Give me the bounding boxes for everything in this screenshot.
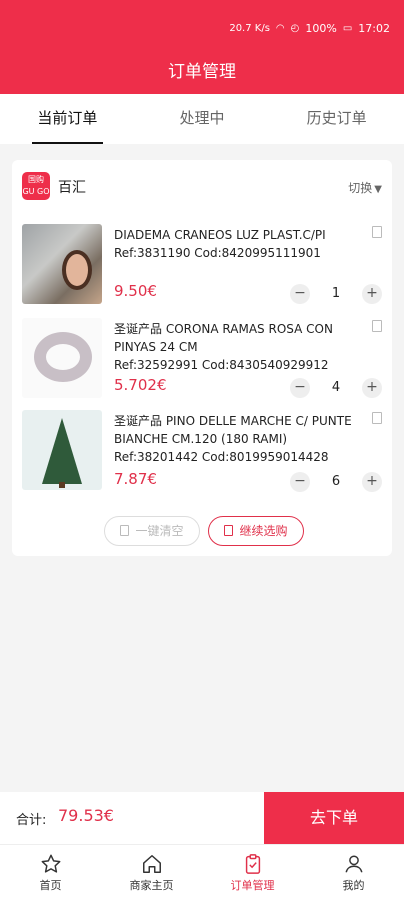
product-name: 圣诞产品 PINO DELLE MARCHE C/ PUNTE BIANCHE … (114, 414, 352, 446)
star-icon (41, 854, 60, 873)
checkout-button[interactable]: 去下单 (264, 792, 404, 844)
nav-label: 我的 (342, 879, 365, 892)
product-info: 圣诞产品 CORONA RAMAS ROSA CON PINYAS 24 CM … (114, 320, 359, 374)
quantity-stepper: − 1 + (290, 284, 382, 304)
product-image[interactable] (22, 318, 102, 398)
quantity-stepper: − 6 + (290, 472, 382, 492)
product-image[interactable] (22, 410, 102, 490)
store-logo-subtext: GU GO (22, 187, 50, 196)
product-price: 9.50€ (114, 282, 157, 300)
product-ref: Ref:38201442 Cod:8019959014428 (114, 450, 329, 464)
status-bar: 20.7 K/s ◠ ◴ 100% ▭ 17:02 (0, 0, 404, 56)
store-name: 百汇 (58, 180, 86, 196)
product-price: 5.702€ (114, 376, 167, 394)
trash-icon[interactable] (372, 320, 382, 332)
clock: 17:02 (358, 22, 390, 35)
alarm-icon: ◴ (290, 23, 300, 34)
product-name: DIADEMA CRANEOS LUZ PLAST.C/PI (114, 228, 326, 242)
quantity-value: 6 (331, 474, 341, 489)
product-price: 7.87€ (114, 470, 157, 488)
product-name: 圣诞产品 CORONA RAMAS ROSA CON PINYAS 24 CM (114, 322, 333, 354)
increase-button[interactable]: + (362, 284, 382, 304)
product-info: 圣诞产品 PINO DELLE MARCHE C/ PUNTE BIANCHE … (114, 412, 359, 466)
shopping-bag-icon (224, 525, 234, 536)
product-ref: Ref:3831190 Cod:8420995111901 (114, 246, 321, 260)
trash-icon[interactable] (372, 226, 382, 238)
decrease-button[interactable]: − (290, 284, 310, 304)
nav-label: 订单管理 (230, 879, 275, 892)
quantity-stepper: − 4 + (290, 378, 382, 398)
cart-item: DIADEMA CRANEOS LUZ PLAST.C/PI Ref:38311… (22, 224, 382, 310)
product-info: DIADEMA CRANEOS LUZ PLAST.C/PI Ref:38311… (114, 226, 359, 262)
decrease-button[interactable]: − (290, 472, 310, 492)
product-ref: Ref:32592991 Cod:8430540929912 (114, 358, 329, 372)
checkout-bar: 合计: 79.53€ 去下单 (0, 792, 404, 844)
cart-item: 圣诞产品 PINO DELLE MARCHE C/ PUNTE BIANCHE … (22, 410, 382, 496)
product-image-detail (42, 418, 82, 484)
quantity-value: 4 (331, 380, 341, 395)
cart-item: 圣诞产品 CORONA RAMAS ROSA CON PINYAS 24 CM … (22, 318, 382, 404)
user-icon (344, 855, 363, 873)
battery-percent: 100% (305, 22, 337, 35)
product-image-detail (34, 332, 92, 382)
store-row: 国购 GU GO 百汇 切换 ▼ (22, 172, 382, 202)
store-logo-text: 国购 (28, 175, 44, 184)
increase-button[interactable]: + (362, 472, 382, 492)
status-indicators: 20.7 K/s ◠ ◴ 100% ▭ 17:02 (229, 22, 390, 35)
product-image-detail (62, 250, 92, 290)
trash-icon[interactable] (372, 412, 382, 424)
order-tabs: 当前订单 处理中 历史订单 (0, 94, 404, 144)
speed-indicator: 20.7 K/s (229, 23, 270, 34)
quantity-value: 1 (331, 286, 341, 301)
clear-cart-label: 一键清空 (135, 524, 184, 538)
clipboard-check-icon (245, 854, 260, 874)
bottom-nav: 首页 商家主页 订单管理 我的 (0, 844, 404, 900)
switch-store-button[interactable]: 切换 ▼ (348, 179, 382, 196)
continue-shopping-button[interactable]: 继续选购 (208, 516, 304, 546)
caret-down-icon: ▼ (374, 184, 382, 195)
product-image[interactable] (22, 224, 102, 304)
total-label: 合计: (16, 813, 47, 828)
nav-item-orders[interactable]: 订单管理 (202, 845, 303, 900)
store-logo: 国购 GU GO (22, 172, 50, 200)
increase-button[interactable]: + (362, 378, 382, 398)
home-icon (142, 855, 161, 873)
tab-current-orders[interactable]: 当前订单 (0, 94, 135, 144)
tab-processing[interactable]: 处理中 (135, 94, 270, 144)
total-value: 79.53€ (58, 806, 114, 825)
order-card: 国购 GU GO 百汇 切换 ▼ DIADEMA CRANEOS LUZ PLAS… (12, 160, 392, 556)
battery-icon: ▭ (342, 23, 353, 34)
nav-item-store[interactable]: 商家主页 (101, 845, 202, 900)
tab-history[interactable]: 历史订单 (269, 94, 404, 144)
product-image-detail (59, 482, 65, 488)
nav-item-profile[interactable]: 我的 (303, 845, 404, 900)
switch-label: 切换 (348, 181, 373, 195)
decrease-button[interactable]: − (290, 378, 310, 398)
nav-label: 首页 (39, 879, 62, 892)
clear-cart-button[interactable]: 一键清空 (104, 516, 200, 546)
page-title: 订单管理 (0, 56, 404, 94)
wifi-icon: ◠ (275, 23, 285, 34)
cart-actions: 一键清空 继续选购 (104, 516, 304, 546)
nav-item-home[interactable]: 首页 (0, 845, 101, 900)
nav-label: 商家主页 (129, 879, 174, 892)
continue-shopping-label: 继续选购 (239, 524, 288, 538)
trash-icon (120, 525, 130, 536)
